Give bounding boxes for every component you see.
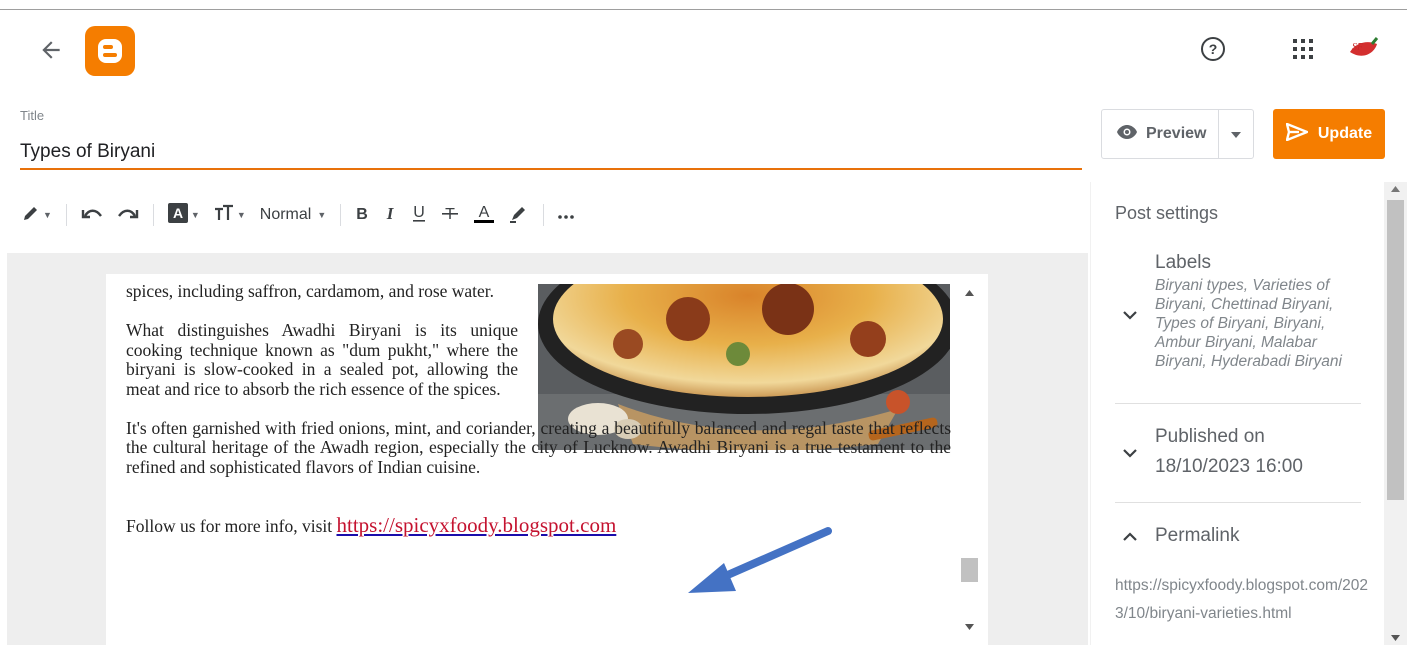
paragraph: spices, including saffron, cardamom, and… — [126, 281, 495, 301]
svg-text:?: ? — [1209, 41, 1218, 57]
labels-section[interactable]: Labels Biryani types, Varieties of Birya… — [1115, 252, 1361, 392]
toolbar-divider — [65, 204, 67, 226]
permalink-section[interactable]: Permalink — [1115, 525, 1361, 555]
chevron-down-icon[interactable] — [1121, 306, 1139, 324]
editor-toolbar: ▼ A ▼ ▼ Normal ▼ B I U T A — [0, 190, 1088, 240]
published-section[interactable]: Published on 18/10/2023 16:00 — [1115, 426, 1361, 486]
font-button[interactable]: A ▼ — [167, 200, 200, 230]
pencil-icon — [22, 204, 40, 227]
font-icon: A — [167, 202, 188, 228]
bold-icon: B — [355, 205, 369, 226]
svg-text:U: U — [413, 204, 425, 221]
update-label: Update — [1317, 125, 1373, 142]
highlighter-icon — [509, 203, 529, 228]
toolbar-divider — [340, 204, 342, 226]
title-label: Title — [20, 108, 45, 123]
paragraph: It's often garnished with fried onions, … — [126, 417, 951, 477]
italic-icon: I — [383, 204, 397, 226]
text-size-icon — [214, 204, 234, 227]
bold-button[interactable]: B — [355, 200, 369, 230]
more-horizontal-icon — [558, 206, 575, 224]
post-settings-heading: Post settings — [1115, 203, 1219, 223]
svg-text:I: I — [386, 205, 395, 221]
italic-button[interactable]: I — [383, 200, 397, 230]
title-input[interactable]: Types of Biryani — [20, 141, 155, 163]
labels-value: Biryani types, Varieties of Biryani, Che… — [1155, 277, 1342, 370]
svg-text:B: B — [356, 206, 368, 221]
chevron-up-icon[interactable] — [1121, 528, 1139, 546]
scrollbar-thumb[interactable] — [1387, 200, 1404, 500]
caret-down-icon: ▼ — [190, 210, 200, 220]
section-divider — [1115, 502, 1361, 503]
published-value: 18/10/2023 16:00 — [1155, 456, 1303, 477]
user-avatar[interactable]: SF — [1346, 34, 1380, 64]
permalink-title: Permalink — [1155, 525, 1240, 546]
redo-icon — [117, 206, 139, 225]
highlight-color-button[interactable] — [509, 200, 529, 230]
svg-text:A: A — [173, 205, 183, 221]
strikethrough-button[interactable]: T — [441, 200, 459, 230]
permalink-url[interactable]: https://spicyxfoody.blogspot.com/2023/10… — [1115, 572, 1375, 628]
underline-icon: U — [411, 203, 427, 228]
preview-dropdown-button[interactable] — [1219, 125, 1253, 143]
text-color-button[interactable]: A — [473, 200, 495, 230]
caret-down-icon: ▼ — [317, 210, 327, 220]
undo-icon — [81, 206, 103, 225]
send-icon — [1285, 122, 1309, 146]
editor-scrollbar[interactable] — [960, 284, 979, 640]
app-bar: ? SF — [0, 10, 1407, 90]
post-content[interactable]: spices, including saffron, cardamom, and… — [126, 281, 951, 537]
text-color-icon: A — [473, 202, 495, 229]
strikethrough-icon: T — [441, 204, 459, 227]
preview-button[interactable]: Preview — [1102, 110, 1219, 158]
paragraph-style-select[interactable]: Normal ▼ — [260, 200, 326, 230]
annotation-arrow — [680, 525, 840, 605]
help-circle-icon[interactable]: ? — [1200, 36, 1226, 62]
section-divider — [1115, 403, 1361, 404]
caret-down-icon — [1231, 125, 1241, 143]
chevron-down-icon[interactable] — [1121, 444, 1139, 462]
paragraph: What distinguishes Awadhi Biryani is its… — [126, 320, 518, 399]
underline-button[interactable]: U — [411, 200, 427, 230]
toolbar-divider — [543, 204, 545, 226]
editor-page[interactable]: spices, including saffron, cardamom, and… — [106, 274, 988, 645]
caret-down-icon: ▼ — [43, 210, 52, 220]
compose-mode-button[interactable]: ▼ — [22, 200, 52, 230]
title-field[interactable]: Title Types of Biryani — [20, 108, 1082, 170]
svg-text:A: A — [479, 204, 490, 221]
labels-title: Labels — [1155, 252, 1211, 273]
preview-label: Preview — [1146, 125, 1207, 142]
undo-button[interactable] — [81, 200, 103, 230]
paragraph-style-value: Normal — [259, 206, 312, 223]
eye-icon — [1116, 124, 1138, 145]
follow-text: Follow us for more info, visit — [126, 516, 337, 536]
published-title: Published on — [1155, 426, 1265, 447]
update-button[interactable]: Update — [1273, 109, 1385, 159]
apps-grid-icon[interactable] — [1292, 38, 1314, 60]
arrow-left-icon[interactable] — [38, 37, 64, 63]
more-options-button[interactable] — [558, 200, 575, 230]
svg-text:SF: SF — [1352, 42, 1364, 53]
font-size-button[interactable]: ▼ — [214, 200, 246, 230]
caret-down-icon: ▼ — [236, 210, 246, 220]
settings-scrollbar[interactable] — [1384, 182, 1407, 645]
title-underline — [20, 168, 1082, 170]
redo-button[interactable] — [117, 200, 139, 230]
blogger-logo[interactable] — [85, 26, 135, 76]
post-settings-panel: Post settings Labels Biryani types, Vari… — [1090, 182, 1384, 645]
blog-link[interactable]: https://spicyxfoody.blogspot.com — [336, 513, 616, 537]
toolbar-divider — [152, 204, 154, 226]
preview-split-button: Preview — [1101, 109, 1254, 159]
